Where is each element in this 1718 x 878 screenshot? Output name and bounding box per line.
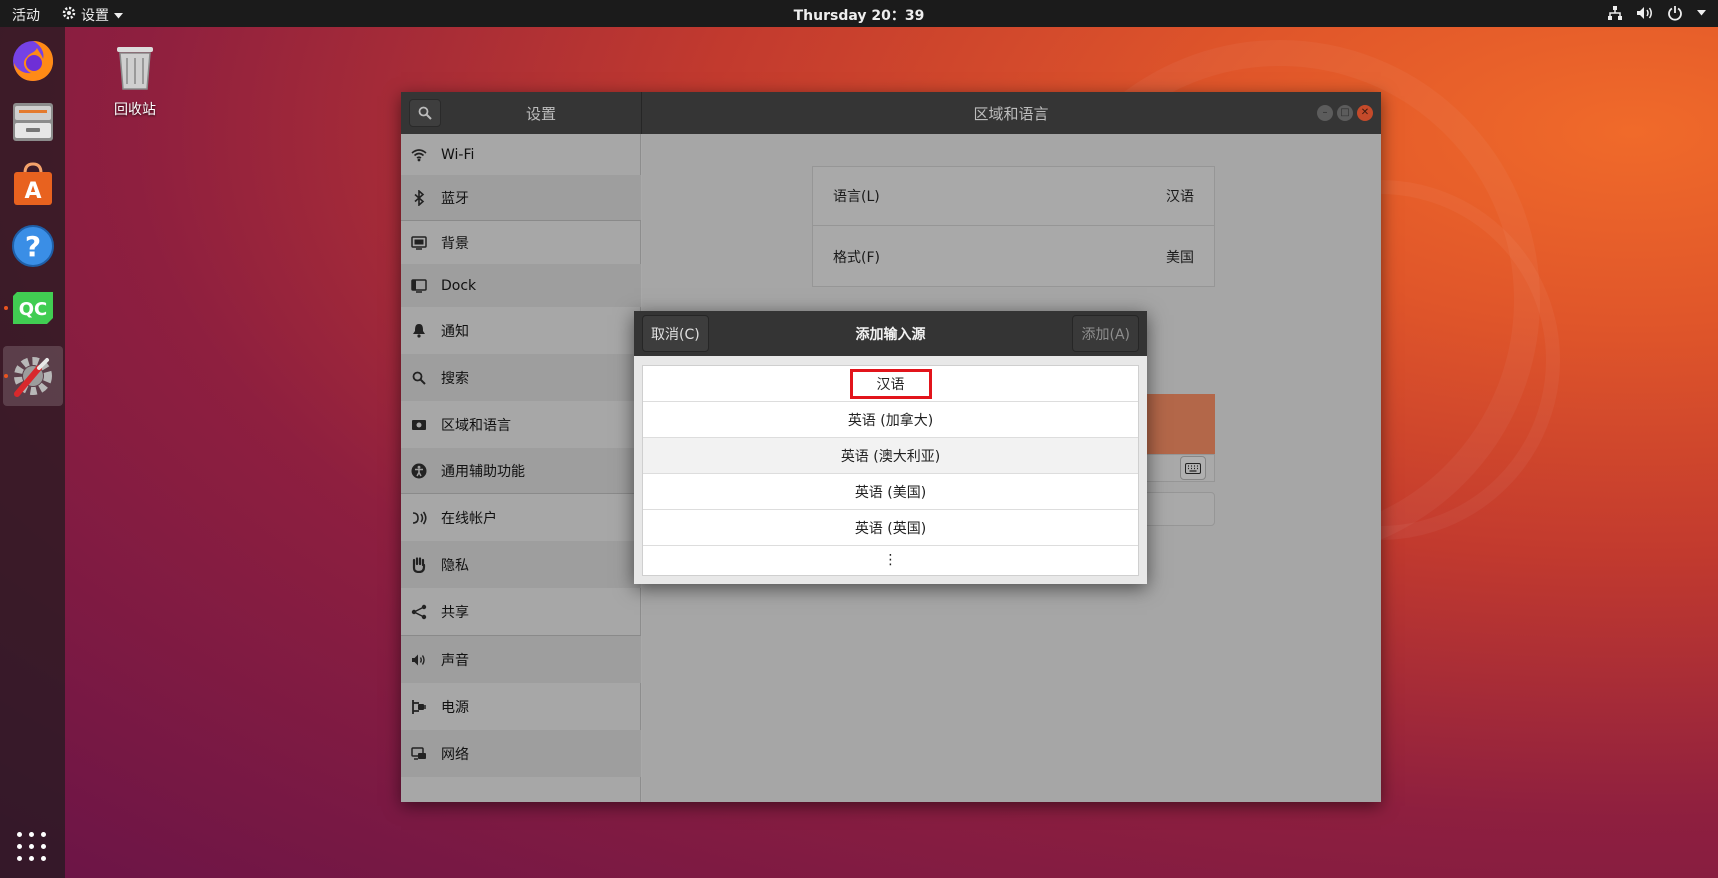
language-value: 汉语 bbox=[1166, 189, 1194, 205]
online-accounts-icon bbox=[410, 509, 428, 527]
sidebar-item-background[interactable]: 背景 bbox=[401, 221, 641, 264]
wifi-icon bbox=[410, 146, 428, 164]
running-indicator bbox=[4, 374, 8, 378]
search-button[interactable] bbox=[409, 99, 441, 127]
dialog-title: 添加输入源 bbox=[855, 327, 926, 343]
sidebar: Wi-Fi 蓝牙 背景 Dock 通知 搜索 区域和语言 通用辅助功能 在线帐户… bbox=[401, 134, 641, 802]
firefox-icon bbox=[13, 41, 54, 81]
app-menu[interactable]: 设置 bbox=[62, 5, 123, 25]
add-button[interactable]: 添加(A) bbox=[1072, 315, 1139, 352]
language-format-box: 语言(L) 汉语 格式(F) 美国 bbox=[812, 166, 1215, 287]
list-item[interactable]: 英语 (英国) bbox=[643, 510, 1138, 546]
chevron-down-icon[interactable] bbox=[1696, 4, 1706, 22]
keyboard-icon bbox=[1185, 462, 1201, 474]
language-label: 语言(L) bbox=[833, 189, 880, 205]
dock: A ? QC bbox=[0, 27, 65, 878]
list-item[interactable]: 英语 (美国) bbox=[643, 474, 1138, 510]
list-item[interactable]: 英语 (澳大利亚) bbox=[643, 438, 1138, 474]
search-icon bbox=[418, 106, 432, 120]
sidebar-item-notifications[interactable]: 通知 bbox=[401, 307, 641, 354]
background-icon bbox=[410, 234, 428, 252]
chevron-down-icon bbox=[114, 7, 123, 23]
close-button[interactable]: ✕ bbox=[1357, 105, 1373, 121]
dialog-header: 取消(C) 添加输入源 添加(A) bbox=[634, 311, 1147, 356]
bell-icon bbox=[410, 322, 428, 340]
trash-label: 回收站 bbox=[114, 102, 156, 118]
power-icon[interactable] bbox=[1666, 4, 1684, 22]
trash-desktop-icon[interactable]: 回收站 bbox=[105, 43, 165, 119]
gear-icon bbox=[62, 6, 76, 24]
sidebar-item-sound[interactable]: 声音 bbox=[401, 636, 641, 683]
more-options-button[interactable]: ⋮ bbox=[643, 546, 1138, 574]
sidebar-item-sharing[interactable]: 共享 bbox=[401, 588, 641, 635]
svg-text:?: ? bbox=[25, 230, 41, 263]
help-launcher[interactable]: ? bbox=[3, 216, 63, 276]
show-applications-button[interactable] bbox=[17, 832, 47, 862]
search-icon bbox=[410, 369, 428, 387]
help-icon: ? bbox=[12, 225, 54, 267]
bluetooth-icon bbox=[410, 189, 428, 207]
network-icon[interactable] bbox=[1606, 4, 1624, 22]
sidebar-item-dock[interactable]: Dock bbox=[401, 264, 641, 307]
dock-icon bbox=[410, 277, 428, 295]
qt-creator-icon: QC bbox=[13, 292, 53, 324]
activities-button[interactable]: 活动 bbox=[12, 5, 40, 25]
maximize-button[interactable]: □ bbox=[1337, 105, 1353, 121]
files-launcher[interactable] bbox=[3, 92, 63, 152]
hand-icon bbox=[410, 556, 428, 574]
settings-launcher[interactable] bbox=[3, 346, 63, 406]
qtcreator-launcher[interactable]: QC bbox=[3, 278, 63, 338]
list-item[interactable]: 英语 (加拿大) bbox=[643, 402, 1138, 438]
sidebar-title: 设置 bbox=[525, 105, 556, 123]
cancel-button[interactable]: 取消(C) bbox=[642, 315, 709, 352]
svg-text:A: A bbox=[24, 179, 41, 204]
add-input-source-dialog: 取消(C) 添加输入源 添加(A) 汉语 英语 (加拿大) 英语 (澳大利亚) … bbox=[634, 311, 1147, 584]
network-icon bbox=[410, 745, 428, 763]
flag-icon bbox=[410, 416, 428, 434]
sidebar-item-online-accounts[interactable]: 在线帐户 bbox=[401, 494, 641, 541]
accessibility-icon bbox=[410, 462, 428, 480]
input-source-list: 汉语 英语 (加拿大) 英语 (澳大利亚) 英语 (美国) 英语 (英国) ⋮ bbox=[642, 365, 1139, 576]
svg-text:QC: QC bbox=[19, 299, 48, 320]
running-indicator bbox=[4, 306, 8, 310]
format-row[interactable]: 格式(F) 美国 bbox=[813, 227, 1214, 286]
power-plug-icon bbox=[410, 698, 428, 716]
minimize-button[interactable]: – bbox=[1317, 105, 1333, 121]
trash-icon bbox=[117, 47, 153, 90]
system-tray[interactable] bbox=[1606, 4, 1706, 22]
page-title: 区域和语言 bbox=[973, 105, 1049, 123]
list-item[interactable]: 汉语 bbox=[643, 366, 1138, 402]
top-bar: 活动 设置 Thursday 20：39 bbox=[0, 0, 1718, 27]
sidebar-item-network[interactable]: 网络 bbox=[401, 730, 641, 777]
volume-icon[interactable] bbox=[1636, 4, 1654, 22]
firefox-launcher[interactable] bbox=[3, 30, 63, 90]
app-menu-label: 设置 bbox=[81, 8, 109, 24]
highlighted-option: 汉语 bbox=[849, 368, 932, 399]
sidebar-item-bluetooth[interactable]: 蓝牙 bbox=[401, 175, 641, 220]
clock[interactable]: Thursday 20：39 bbox=[794, 8, 925, 24]
format-label: 格式(F) bbox=[833, 249, 880, 266]
window-header: 设置 区域和语言 – □ ✕ bbox=[401, 92, 1381, 134]
format-value: 美国 bbox=[1166, 249, 1194, 266]
software-launcher[interactable]: A bbox=[3, 154, 63, 214]
language-row[interactable]: 语言(L) 汉语 bbox=[813, 167, 1214, 226]
sidebar-item-privacy[interactable]: 隐私 bbox=[401, 541, 641, 588]
share-icon bbox=[410, 603, 428, 621]
speaker-icon bbox=[410, 651, 428, 669]
sidebar-item-universal-access[interactable]: 通用辅助功能 bbox=[401, 448, 641, 493]
keyboard-layout-button[interactable] bbox=[1180, 456, 1206, 480]
sidebar-item-search[interactable]: 搜索 bbox=[401, 354, 641, 401]
shopping-bag-icon: A bbox=[14, 162, 52, 205]
file-cabinet-icon bbox=[13, 103, 53, 141]
sidebar-item-region-language[interactable]: 区域和语言 bbox=[401, 401, 641, 448]
sidebar-item-power[interactable]: 电源 bbox=[401, 683, 641, 730]
settings-tools-icon bbox=[14, 357, 52, 397]
sidebar-item-wifi[interactable]: Wi-Fi bbox=[401, 134, 641, 175]
